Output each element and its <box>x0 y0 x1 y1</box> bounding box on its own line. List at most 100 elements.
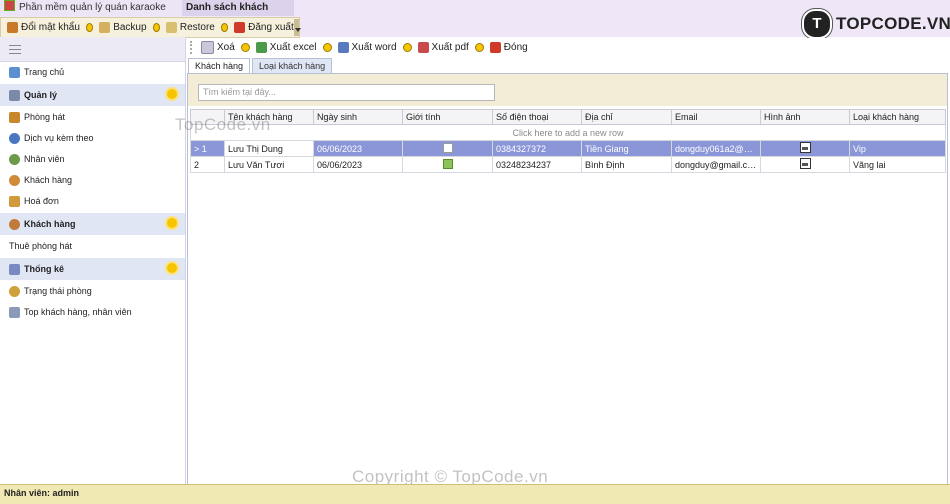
sidebar-item-label: Dịch vụ kèm theo <box>24 133 94 143</box>
logo-badge: T <box>802 9 832 39</box>
add-new-row-label[interactable]: Click here to add a new row <box>190 124 946 141</box>
customer-panel: Tìm kiếm tại đây... Tên khách hàng Ngày … <box>187 73 948 485</box>
cell-image[interactable] <box>760 156 850 173</box>
column-header[interactable]: Địa chỉ <box>581 109 672 125</box>
export-excel-button[interactable]: Xuất excel <box>255 42 317 53</box>
gender-checkbox[interactable] <box>442 142 453 153</box>
sidebar-item-customers[interactable]: Khách hàng <box>0 170 185 191</box>
delete-button[interactable]: Xoá <box>201 41 235 54</box>
tab-customers[interactable]: Khách hàng <box>188 58 251 74</box>
toolbar-grip[interactable] <box>190 41 195 54</box>
expand-icon[interactable] <box>167 89 177 99</box>
word-icon <box>337 42 349 53</box>
column-header[interactable]: Email <box>671 109 761 125</box>
sidebar-item-staff[interactable]: Nhân viên <box>0 149 185 170</box>
customer-icon <box>9 175 20 186</box>
tab-customer-types[interactable]: Loại khách hàng <box>252 58 333 74</box>
logout-button[interactable]: Đăng xuất <box>234 22 294 33</box>
table-row[interactable]: 2 Lưu Văn Tươi 06/06/2023 03248234237 Bì… <box>190 156 946 173</box>
cell-phone[interactable]: 0384327372 <box>492 140 582 157</box>
gender-checkbox[interactable] <box>442 158 453 169</box>
close-label: Đóng <box>503 42 528 53</box>
column-header[interactable]: Ngày sinh <box>313 109 403 125</box>
sidebar-item-room-rental[interactable]: Thuê phòng hát <box>0 236 185 257</box>
separator-icon <box>322 43 332 52</box>
cell-name[interactable]: Lưu Văn Tươi <box>224 156 314 173</box>
sidebar-item-label: Top khách hàng, nhân viên <box>24 307 132 317</box>
column-header[interactable]: Loại khách hàng <box>849 109 946 125</box>
cell-type[interactable]: Vãng lai <box>849 156 946 173</box>
tab-strip: Khách hàng Loại khách hàng <box>188 58 334 74</box>
column-header[interactable]: Tên khách hàng <box>224 109 314 125</box>
restore-button[interactable]: Restore <box>165 22 215 33</box>
change-password-button[interactable]: Đổi mật khẩu <box>7 22 80 33</box>
backup-button[interactable]: Backup <box>99 22 147 33</box>
sidebar-group-manage[interactable]: Quản lý <box>0 84 185 106</box>
sidebar-item-room-status[interactable]: Trạng thái phòng <box>0 281 185 302</box>
customer-group-icon <box>9 218 20 230</box>
staff-icon <box>9 154 20 165</box>
row-indicator[interactable]: > 1 <box>190 140 225 157</box>
sidebar-group-label: Thống kê <box>24 264 64 274</box>
tab-customer-list[interactable]: Danh sách khách hàng <box>182 0 294 29</box>
export-pdf-label: Xuất pdf <box>431 42 469 53</box>
customer-grid: Tên khách hàng Ngày sinh Giới tính Số đi… <box>190 109 946 482</box>
sidebar-group-stats[interactable]: Thống kê <box>0 258 185 280</box>
service-icon <box>9 133 20 144</box>
tab-app-main[interactable]: Phần mềm quản lý quán karaoke TM <box>0 0 183 29</box>
sidebar-item-label: Thuê phòng hát <box>9 241 73 251</box>
column-header[interactable]: Giới tính <box>402 109 493 125</box>
room-icon <box>9 112 20 123</box>
cell-email[interactable]: dongduy061a2@gmail... <box>671 140 761 157</box>
topcode-logo: T TOPCODE.VN <box>802 9 950 39</box>
restore-icon <box>165 22 177 33</box>
cell-address[interactable]: Tiền Giang <box>581 140 672 157</box>
cell-gender[interactable] <box>402 140 493 157</box>
export-word-button[interactable]: Xuất word <box>337 42 397 53</box>
cell-gender[interactable] <box>402 156 493 173</box>
stats-icon <box>9 263 20 275</box>
cell-type[interactable]: Vip <box>849 140 946 157</box>
column-header[interactable]: Hình ảnh <box>760 109 850 125</box>
expand-icon[interactable] <box>167 263 177 273</box>
cell-email[interactable]: dongduy@gmail.com <box>671 156 761 173</box>
delete-label: Xoá <box>217 42 235 53</box>
sidebar-group-label: Khách hàng <box>24 219 76 229</box>
cell-phone[interactable]: 03248234237 <box>492 156 582 173</box>
row-number: 1 <box>201 143 207 154</box>
cell-name[interactable]: Lưu Thị Dung <box>224 140 314 157</box>
export-pdf-button[interactable]: Xuất pdf <box>417 42 469 53</box>
row-indicator-header <box>190 109 225 125</box>
row-indicator[interactable]: 2 <box>190 156 225 173</box>
backup-label: Backup <box>113 22 147 33</box>
menu-icon[interactable] <box>9 45 21 54</box>
sidebar-item-label: Phòng hát <box>24 112 66 122</box>
export-word-label: Xuất word <box>351 42 397 53</box>
user-key-icon <box>7 22 18 33</box>
logo-text: TOPCODE.VN <box>836 14 950 33</box>
close-button[interactable]: Đóng <box>489 42 528 53</box>
app-icon <box>4 0 15 11</box>
sidebar-item-rooms[interactable]: Phòng hát <box>0 107 185 128</box>
table-row[interactable]: > 1 Lưu Thị Dung 06/06/2023 0384327372 T… <box>190 140 946 157</box>
sidebar-group-customers[interactable]: Khách hàng <box>0 213 185 235</box>
sidebar-item-invoices[interactable]: Hoá đơn <box>0 191 185 212</box>
add-new-row[interactable]: Click here to add a new row <box>190 124 946 141</box>
separator-icon <box>152 23 160 32</box>
column-header[interactable]: Số điện thoại <box>492 109 582 125</box>
toolbar-overflow-button[interactable] <box>293 19 302 36</box>
sidebar-item-services[interactable]: Dịch vụ kèm theo <box>0 128 185 149</box>
cell-image[interactable] <box>760 140 850 157</box>
cell-address[interactable]: Bình Định <box>581 156 672 173</box>
cell-dob[interactable]: 06/06/2023 <box>313 156 403 173</box>
close-icon <box>489 42 501 53</box>
expand-icon[interactable] <box>167 218 177 228</box>
status-user: Nhân viên: admin <box>4 488 80 498</box>
grid-header-row: Tên khách hàng Ngày sinh Giới tính Số đi… <box>190 109 946 125</box>
cell-dob[interactable]: 06/06/2023 <box>313 140 403 157</box>
sidebar-item-top-list[interactable]: Top khách hàng, nhân viên <box>0 302 185 323</box>
sidebar-group-label: Quản lý <box>24 90 58 100</box>
change-password-label: Đổi mật khẩu <box>21 22 80 33</box>
search-input[interactable]: Tìm kiếm tại đây... <box>198 84 495 101</box>
sidebar-item-home[interactable]: Trang chủ <box>0 62 185 83</box>
